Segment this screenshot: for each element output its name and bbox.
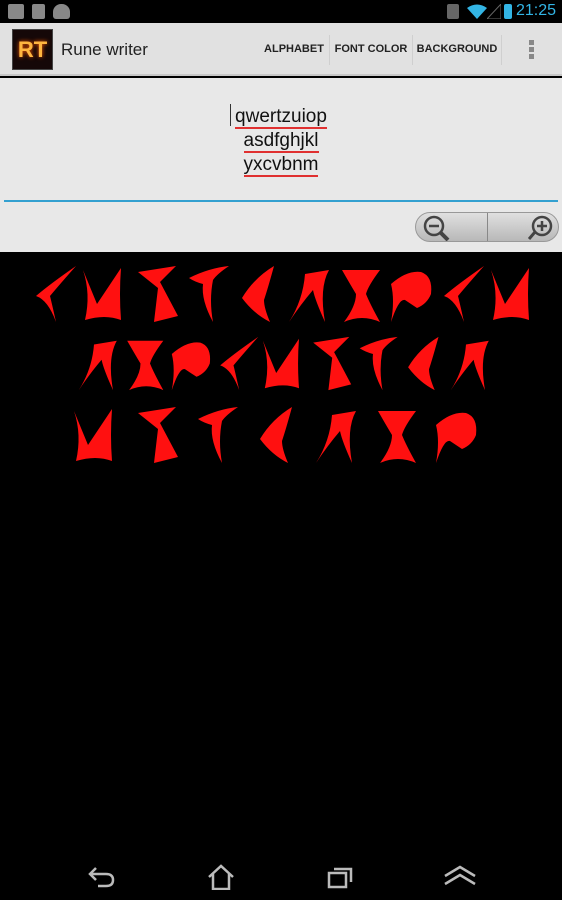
rune-glyph xyxy=(83,268,121,320)
zoom-in-icon xyxy=(528,215,553,240)
zoom-controls xyxy=(415,212,559,242)
app-title: Rune writer xyxy=(61,40,148,59)
clock: 21:25 xyxy=(515,2,556,19)
editor-panel: qwertzuiop asdfghjkl yxcvbnm xyxy=(0,78,562,252)
recent-apps-icon[interactable] xyxy=(327,864,355,890)
back-icon[interactable] xyxy=(88,864,116,888)
rune-glyph xyxy=(450,340,489,391)
signal-icon xyxy=(487,4,501,19)
menu-up-icon[interactable] xyxy=(443,864,477,888)
notes-icon xyxy=(8,4,24,19)
more-vert-icon[interactable] xyxy=(529,40,534,61)
rune-glyph xyxy=(138,407,178,463)
rune-glyph xyxy=(138,266,178,322)
rune-glyph xyxy=(436,412,477,463)
rune-glyph xyxy=(342,270,380,322)
rune-glyph xyxy=(171,342,211,391)
rune-glyph xyxy=(242,266,274,322)
rune-glyph xyxy=(189,266,229,322)
text-line: asdfghjkl xyxy=(243,130,319,153)
zoom-out-icon xyxy=(423,215,450,241)
background-button[interactable]: BACKGROUND xyxy=(413,23,501,76)
rune-glyph xyxy=(198,407,238,463)
rune-glyph xyxy=(378,411,416,463)
rune-glyph xyxy=(359,336,398,391)
text-line: qwertzuiop xyxy=(235,106,327,129)
text-line: yxcvbnm xyxy=(243,154,319,177)
sd-card-icon xyxy=(32,4,45,19)
rune-glyph xyxy=(313,336,352,391)
wifi-icon xyxy=(467,4,487,19)
text-input[interactable]: qwertzuiop asdfghjkl yxcvbnm xyxy=(0,105,562,177)
rune-glyph xyxy=(78,340,117,391)
navigation-bar xyxy=(0,840,562,900)
rune-glyph xyxy=(408,336,439,391)
app-logo[interactable]: RT xyxy=(12,29,53,70)
zoom-in-button[interactable] xyxy=(488,213,558,241)
zoom-out-button[interactable] xyxy=(416,213,488,241)
rune-glyph xyxy=(127,340,164,391)
rune-text xyxy=(36,266,529,463)
text-cursor xyxy=(230,104,231,126)
alphabet-button[interactable]: ALPHABET xyxy=(259,23,329,76)
battery-charging-icon xyxy=(504,4,512,19)
rune-glyph xyxy=(316,411,356,463)
font-color-button[interactable]: FONT COLOR xyxy=(330,23,412,76)
rune-canvas xyxy=(0,252,562,840)
rune-glyph xyxy=(260,407,292,463)
rune-glyph xyxy=(444,266,484,322)
rune-glyph xyxy=(262,338,299,389)
home-icon[interactable] xyxy=(207,864,235,890)
status-bar: 21:25 xyxy=(0,0,562,23)
input-underline xyxy=(4,200,558,202)
android-icon xyxy=(53,4,70,19)
rune-glyph xyxy=(491,268,529,320)
mute-icon xyxy=(447,4,459,19)
rune-glyph xyxy=(220,336,259,391)
rune-glyph xyxy=(391,271,432,322)
rune-glyph xyxy=(289,270,329,322)
action-bar: RT Rune writer ALPHABET FONT COLOR BACKG… xyxy=(0,23,562,76)
divider xyxy=(501,35,502,65)
rune-glyph xyxy=(74,409,112,461)
rune-glyph xyxy=(36,266,76,322)
